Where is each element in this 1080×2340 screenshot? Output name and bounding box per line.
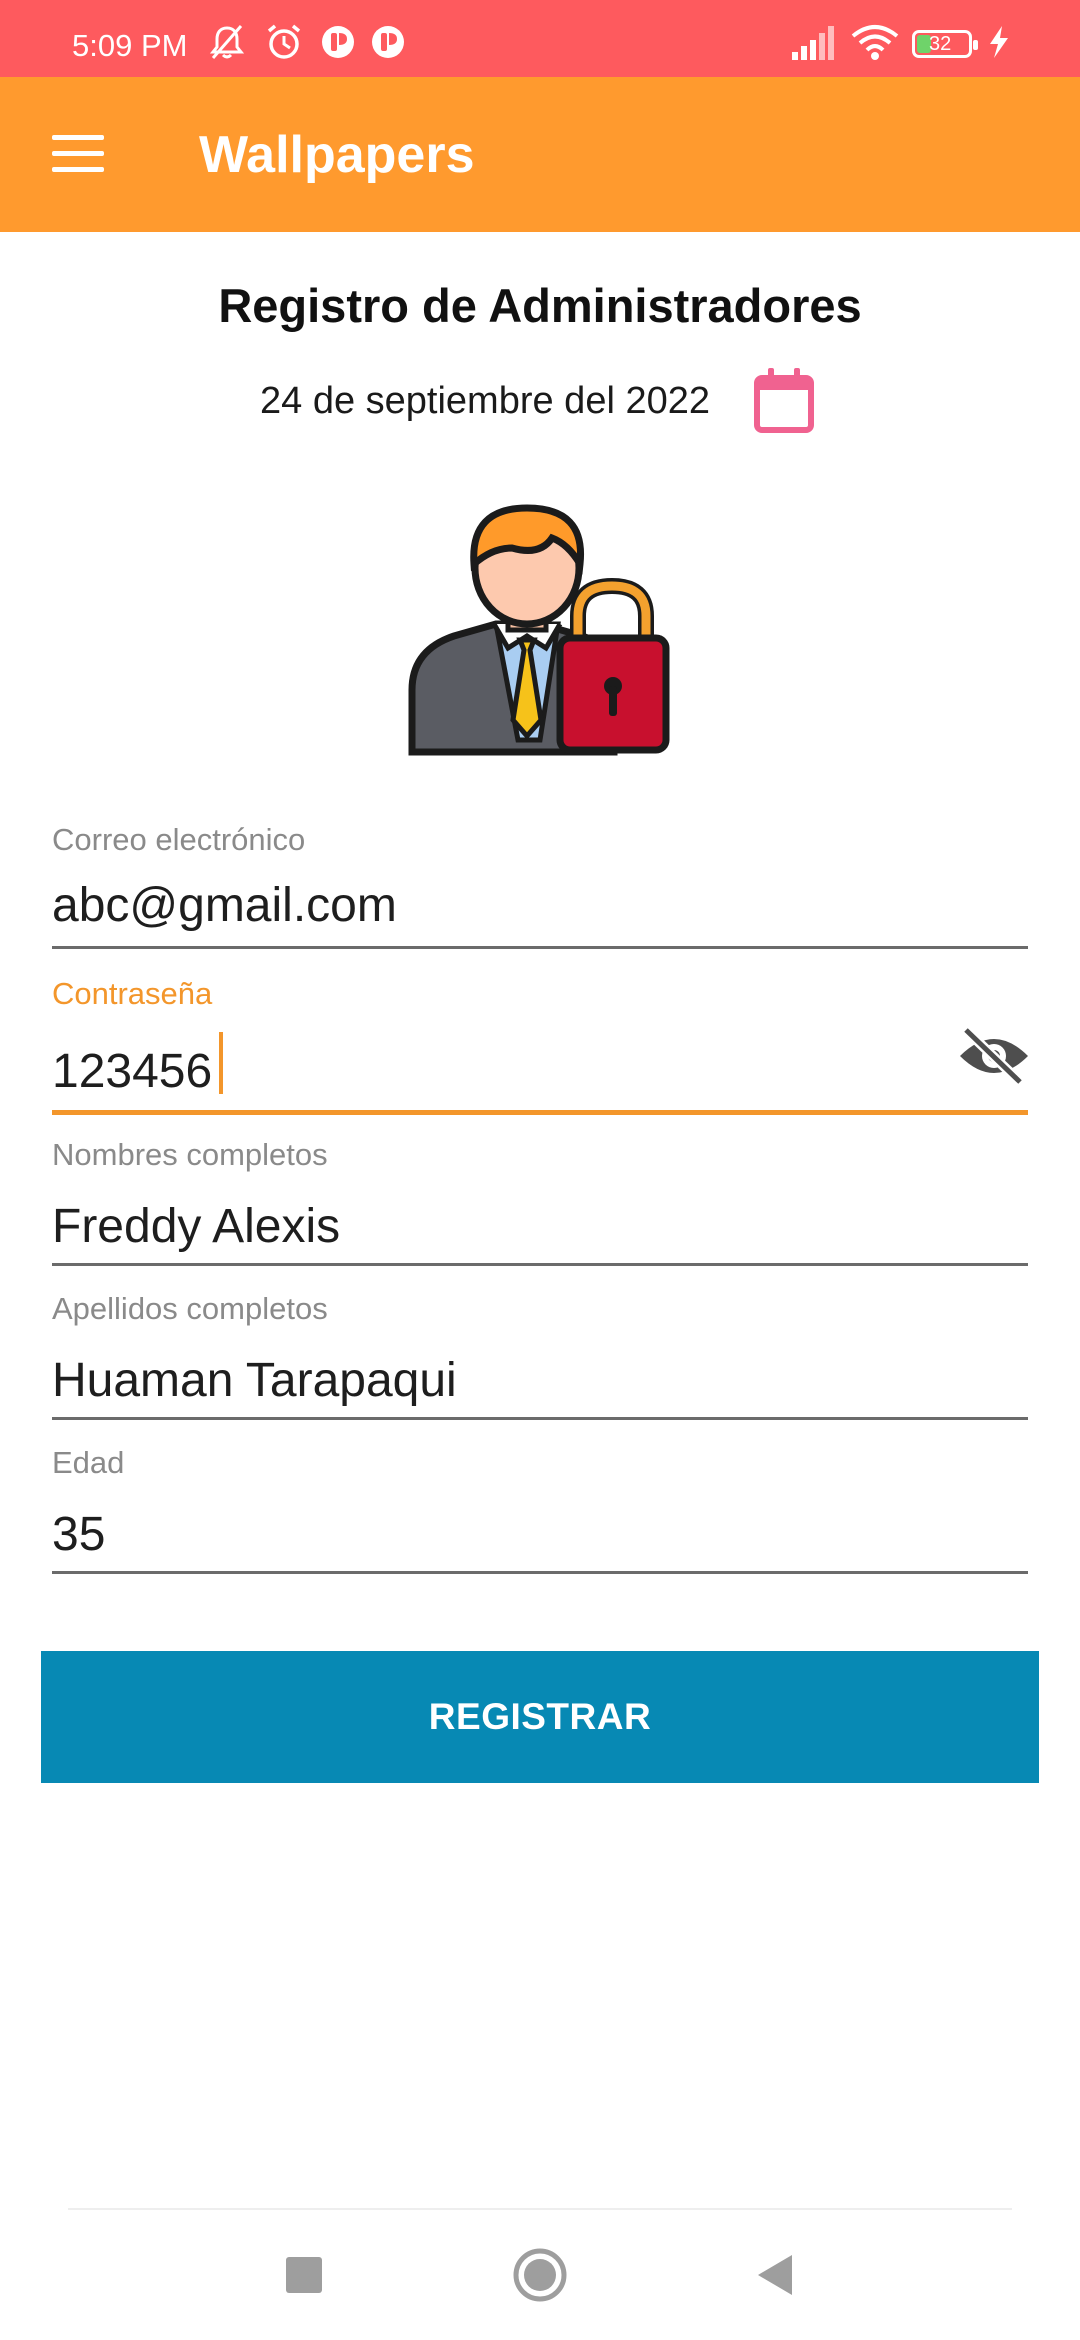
- age-underline: [52, 1571, 1028, 1574]
- mute-icon: [209, 25, 245, 59]
- signal-icon: [792, 26, 834, 60]
- date-text: 24 de septiembre del 2022: [260, 380, 710, 422]
- last-names-field: Apellidos completos: [52, 1291, 1028, 1421]
- home-icon[interactable]: [500, 2240, 580, 2310]
- last-names-input[interactable]: [52, 1345, 1028, 1415]
- password-label: Contraseña: [52, 976, 213, 1011]
- email-input[interactable]: [52, 870, 1028, 940]
- battery-icon: 32: [912, 30, 978, 58]
- page-title: Registro de Administradores: [218, 279, 862, 332]
- first-names-field: Nombres completos: [52, 1137, 1028, 1267]
- first-names-label: Nombres completos: [52, 1137, 328, 1172]
- nav-divider: [68, 2208, 1012, 2210]
- email-label: Correo electrónico: [52, 822, 306, 857]
- password-input[interactable]: [52, 1036, 1028, 1106]
- register-button[interactable]: REGISTRAR: [41, 1651, 1039, 1783]
- app-title: Wallpapers: [199, 126, 475, 184]
- first-names-input[interactable]: [52, 1191, 1028, 1261]
- email-field: Correo electrónico: [52, 822, 1028, 952]
- alarm-icon: [267, 24, 301, 59]
- age-field: Edad: [52, 1445, 1028, 1575]
- recent-apps-icon[interactable]: [264, 2240, 344, 2310]
- age-input[interactable]: [52, 1499, 1028, 1569]
- last-names-underline: [52, 1417, 1028, 1420]
- eye-off-icon[interactable]: [954, 1016, 1034, 1096]
- app-notification-icon: [372, 26, 404, 58]
- app-bar: Wallpapers: [0, 77, 1080, 232]
- email-underline: [52, 946, 1028, 949]
- first-names-underline: [52, 1263, 1028, 1266]
- calendar-icon[interactable]: [752, 366, 816, 434]
- battery-level: 32: [929, 33, 952, 55]
- back-icon[interactable]: [736, 2240, 816, 2310]
- wifi-icon: [851, 25, 899, 60]
- admin-lock-illustration: [408, 504, 670, 756]
- password-field: Contraseña: [52, 976, 1028, 1116]
- charging-icon: [990, 26, 1008, 58]
- age-label: Edad: [52, 1445, 125, 1480]
- last-names-label: Apellidos completos: [52, 1291, 328, 1326]
- app-notification-icon: [322, 26, 354, 58]
- status-time: 5:09 PM: [72, 28, 188, 63]
- password-underline: [52, 1110, 1028, 1115]
- status-bar: 5:09 PM 32: [0, 0, 1080, 77]
- hamburger-menu-icon[interactable]: [36, 113, 116, 193]
- text-cursor: [219, 1032, 223, 1094]
